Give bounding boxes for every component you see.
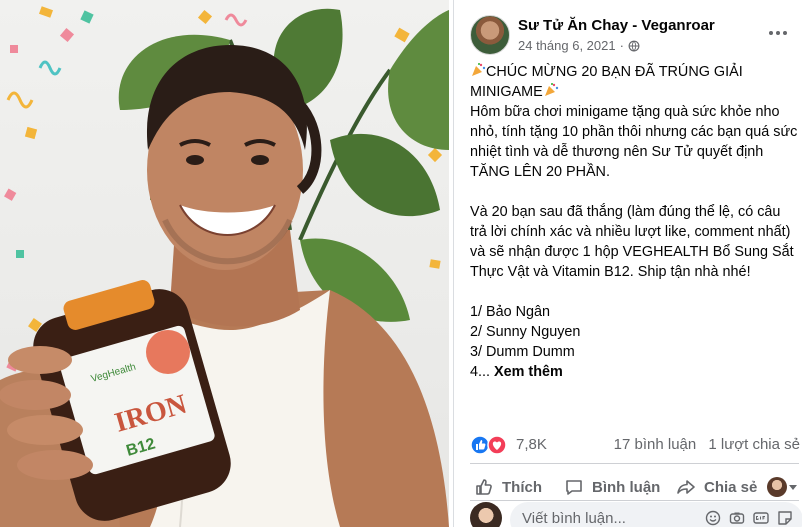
winner-list-item: 1/ Bảo Ngân — [470, 304, 551, 320]
action-bar: Thích Bình luận Chia sẻ — [470, 470, 799, 504]
globe-icon — [628, 40, 640, 52]
comment-composer: Viết bình luận... — [470, 502, 802, 527]
winner-list-item: 3/ Dumm Dumm — [470, 344, 575, 360]
more-icon[interactable] — [769, 25, 791, 41]
gif-icon[interactable] — [753, 510, 769, 526]
camera-icon[interactable] — [729, 510, 745, 526]
sticker-icon[interactable] — [777, 510, 793, 526]
share-button[interactable]: Chia sẻ — [676, 477, 757, 497]
paragraph-1: Hôm bữa chơi minigame tặng quà sức khỏe … — [470, 104, 798, 180]
author-avatar[interactable] — [470, 15, 510, 55]
comment-label: Bình luận — [592, 478, 661, 496]
list-tail-text: 4... — [470, 364, 490, 380]
post-meta: 24 tháng 6, 2021 · — [518, 38, 640, 53]
headline-part-2: MINIGAME — [470, 84, 543, 100]
post-as-selector[interactable] — [767, 477, 797, 497]
shares-count[interactable]: 1 lượt chia sẻ — [708, 436, 800, 453]
like-reaction-icon — [470, 435, 490, 455]
party-popper-icon — [544, 83, 558, 96]
winner-list-tail: 4... Xem thêm — [470, 362, 800, 382]
like-label: Thích — [502, 478, 542, 496]
post-panel: Sư Tử Ăn Chay - Veganroar 24 tháng 6, 20… — [453, 0, 802, 527]
reactions-bar: 7,8K 17 bình luận 1 lượt chia sẻ — [470, 434, 800, 456]
photo-illustration: VegHealth IRON B12 — [0, 6, 449, 527]
divider — [470, 463, 799, 464]
comment-icon — [566, 480, 582, 495]
like-button[interactable]: Thích — [474, 477, 542, 497]
post-header: Sư Tử Ăn Chay - Veganroar 24 tháng 6, 20… — [470, 15, 795, 57]
paragraph-2: Và 20 bạn sau đã thắng (làm đúng thể lệ,… — [470, 204, 794, 280]
meta-separator: · — [619, 38, 624, 53]
reaction-count[interactable]: 7,8K — [516, 436, 547, 453]
party-popper-icon — [472, 63, 486, 76]
share-label: Chia sẻ — [704, 478, 758, 496]
post-photo[interactable]: VegHealth IRON B12 — [0, 0, 449, 527]
love-reaction-icon — [487, 435, 507, 455]
see-more-link[interactable]: Xem thêm — [494, 364, 563, 380]
headline-line-2: MINIGAME — [470, 82, 800, 102]
divider — [470, 500, 799, 501]
emoji-icon[interactable] — [705, 510, 721, 526]
headline-part-1: CHÚC MỪNG 20 BẠN ĐÃ TRÚNG GIẢI — [486, 64, 743, 80]
user-avatar — [767, 477, 787, 497]
like-icon — [476, 479, 492, 495]
post-date[interactable]: 24 tháng 6, 2021 — [518, 38, 616, 53]
winner-list-item: 2/ Sunny Nguyen — [470, 324, 581, 340]
headline-line-1: CHÚC MỪNG 20 BẠN ĐÃ TRÚNG GIẢI — [470, 62, 800, 82]
comments-count[interactable]: 17 bình luận — [614, 436, 697, 453]
share-icon — [677, 480, 695, 494]
engagement-stats: 17 bình luận 1 lượt chia sẻ — [614, 436, 800, 453]
comment-tools — [705, 510, 793, 526]
author-name[interactable]: Sư Tử Ăn Chay - Veganroar — [518, 17, 715, 34]
post-text: CHÚC MỪNG 20 BẠN ĐÃ TRÚNG GIẢI MINIGAME … — [470, 62, 800, 382]
reaction-icons[interactable] — [470, 435, 510, 455]
comment-button[interactable]: Bình luận — [564, 477, 660, 497]
chevron-down-icon — [789, 484, 797, 490]
commenter-avatar[interactable] — [470, 502, 502, 527]
